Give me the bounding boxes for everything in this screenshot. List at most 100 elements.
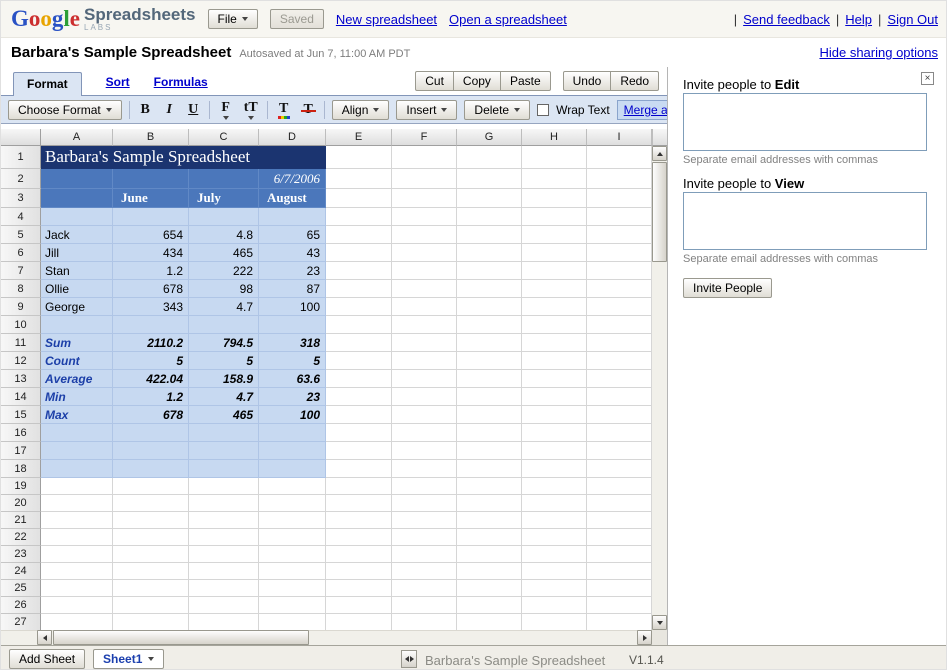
add-sheet-button[interactable]: Add Sheet (9, 648, 86, 669)
cell[interactable] (189, 424, 259, 442)
cell[interactable] (189, 546, 259, 563)
cell[interactable] (392, 442, 457, 460)
cell[interactable] (326, 316, 392, 334)
cell[interactable] (113, 512, 189, 529)
cell[interactable] (189, 529, 259, 546)
cell[interactable] (522, 244, 587, 262)
cell[interactable] (113, 614, 189, 630)
cell[interactable] (41, 597, 113, 614)
cell[interactable] (392, 316, 457, 334)
cell[interactable] (113, 208, 189, 226)
column-header-I[interactable]: I (587, 129, 652, 146)
cell[interactable] (457, 146, 522, 169)
cell[interactable] (457, 563, 522, 580)
cell[interactable] (41, 563, 113, 580)
cell[interactable] (587, 146, 652, 169)
cell[interactable] (326, 614, 392, 630)
cell[interactable] (522, 189, 587, 208)
cell[interactable] (41, 580, 113, 597)
vertical-scroll-thumb[interactable] (652, 162, 667, 262)
cell[interactable] (457, 614, 522, 630)
cell[interactable] (113, 442, 189, 460)
cell[interactable] (392, 169, 457, 189)
cell[interactable]: 654 (113, 226, 189, 244)
cell[interactable] (392, 298, 457, 316)
cell[interactable] (189, 478, 259, 495)
row-header-6[interactable]: 6 (1, 244, 41, 262)
cell[interactable] (189, 495, 259, 512)
horizontal-scroll-thumb[interactable] (53, 630, 309, 645)
vertical-scrollbar[interactable] (652, 146, 667, 630)
cell[interactable] (587, 280, 652, 298)
cell[interactable]: 5 (189, 352, 259, 370)
cell[interactable] (522, 370, 587, 388)
merge-across-button[interactable]: Merge acr (616, 99, 667, 120)
cell[interactable] (113, 580, 189, 597)
cell[interactable] (392, 478, 457, 495)
cell[interactable] (587, 298, 652, 316)
cell[interactable] (587, 546, 652, 563)
cell[interactable] (392, 424, 457, 442)
cell[interactable]: 63.6 (259, 370, 326, 388)
sheet-tab-scroller[interactable] (401, 650, 417, 668)
row-header-8[interactable]: 8 (1, 280, 41, 298)
cell[interactable] (522, 352, 587, 370)
cell[interactable] (189, 442, 259, 460)
cell[interactable] (326, 280, 392, 298)
cell[interactable] (457, 580, 522, 597)
cell[interactable] (326, 262, 392, 280)
cell[interactable] (457, 226, 522, 244)
row-header-24[interactable]: 24 (1, 563, 41, 580)
cell[interactable] (113, 529, 189, 546)
cell[interactable] (259, 460, 326, 478)
cell[interactable] (326, 169, 392, 189)
cell[interactable] (326, 529, 392, 546)
cell[interactable]: 23 (259, 262, 326, 280)
cell-name-jack[interactable]: Jack (41, 226, 113, 244)
cell[interactable] (392, 580, 457, 597)
cell[interactable] (522, 334, 587, 352)
select-all-corner[interactable] (1, 129, 41, 146)
cell[interactable] (457, 262, 522, 280)
tab-sort[interactable]: Sort (106, 75, 130, 89)
cell[interactable] (189, 563, 259, 580)
cell[interactable] (457, 529, 522, 546)
cell[interactable] (522, 388, 587, 406)
cell[interactable]: 1.2 (113, 388, 189, 406)
cell[interactable] (457, 189, 522, 208)
cell[interactable] (113, 597, 189, 614)
cell-date[interactable]: 6/7/2006 (259, 169, 326, 189)
cell[interactable] (259, 442, 326, 460)
cell[interactable] (587, 563, 652, 580)
cell[interactable] (587, 478, 652, 495)
cell[interactable] (522, 298, 587, 316)
cell[interactable] (41, 316, 113, 334)
cell[interactable]: 65 (259, 226, 326, 244)
cell[interactable] (587, 334, 652, 352)
cell[interactable]: 2110.2 (113, 334, 189, 352)
cell[interactable]: 5 (259, 352, 326, 370)
cell[interactable] (522, 226, 587, 244)
row-header-26[interactable]: 26 (1, 597, 41, 614)
cell[interactable] (392, 563, 457, 580)
cell[interactable] (457, 334, 522, 352)
cell[interactable] (326, 244, 392, 262)
send-feedback-link[interactable]: Send feedback (743, 12, 830, 27)
cell[interactable] (113, 478, 189, 495)
cell[interactable] (522, 424, 587, 442)
cell[interactable] (457, 478, 522, 495)
cell[interactable] (392, 388, 457, 406)
cell[interactable] (326, 442, 392, 460)
cell[interactable] (189, 512, 259, 529)
cell[interactable] (113, 316, 189, 334)
column-header-A[interactable]: A (41, 129, 113, 146)
cell[interactable] (522, 442, 587, 460)
cell-label-average[interactable]: Average (41, 370, 113, 388)
cell[interactable] (587, 388, 652, 406)
row-header-7[interactable]: 7 (1, 262, 41, 280)
cell[interactable] (392, 406, 457, 424)
cell[interactable] (457, 546, 522, 563)
cell[interactable] (587, 614, 652, 630)
cell[interactable] (587, 580, 652, 597)
cell[interactable] (326, 478, 392, 495)
